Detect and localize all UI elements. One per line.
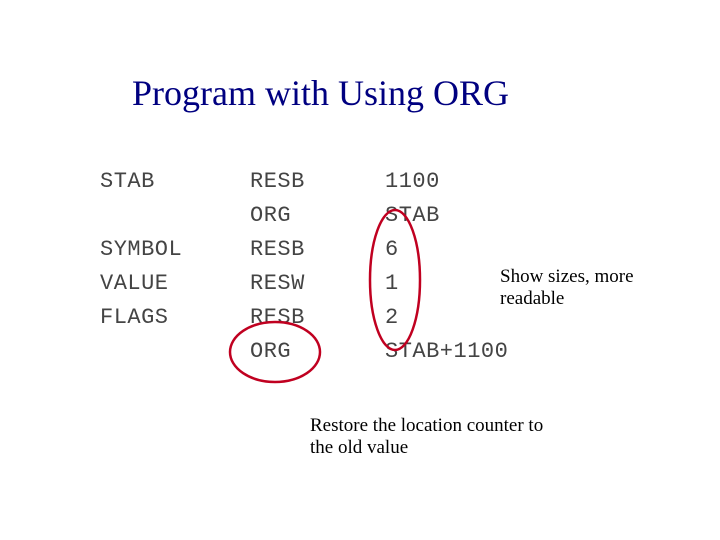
page-title: Program with Using ORG — [132, 72, 509, 114]
code-op: RESW — [250, 267, 385, 301]
code-label: STAB — [100, 165, 250, 199]
code-op: RESB — [250, 165, 385, 199]
annotation-text: readable — [500, 288, 634, 310]
code-row: VALUE RESW 1 — [100, 267, 565, 301]
annotation-text: Show sizes, more — [500, 266, 634, 288]
annotation-restore: Restore the location counter to the old … — [310, 415, 543, 459]
code-row: ORG STAB+1100 — [100, 335, 565, 369]
code-listing: STAB RESB 1100 ORG STAB SYMBOL RESB 6 VA… — [100, 165, 565, 369]
code-arg: 1100 — [385, 165, 565, 199]
code-row: FLAGS RESB 2 — [100, 301, 565, 335]
code-label — [100, 199, 250, 233]
code-label: VALUE — [100, 267, 250, 301]
code-op: ORG — [250, 199, 385, 233]
code-arg: STAB+1100 — [385, 335, 565, 369]
code-row: ORG STAB — [100, 199, 565, 233]
annotation-text: the old value — [310, 437, 543, 459]
annotation-sizes: Show sizes, more readable — [500, 266, 634, 310]
code-label — [100, 335, 250, 369]
code-label: FLAGS — [100, 301, 250, 335]
annotation-text: Restore the location counter to — [310, 415, 543, 437]
code-label: SYMBOL — [100, 233, 250, 267]
code-op: RESB — [250, 233, 385, 267]
code-arg: 6 — [385, 233, 565, 267]
code-op: ORG — [250, 335, 385, 369]
code-op: RESB — [250, 301, 385, 335]
code-arg: STAB — [385, 199, 565, 233]
code-row: STAB RESB 1100 — [100, 165, 565, 199]
code-row: SYMBOL RESB 6 — [100, 233, 565, 267]
